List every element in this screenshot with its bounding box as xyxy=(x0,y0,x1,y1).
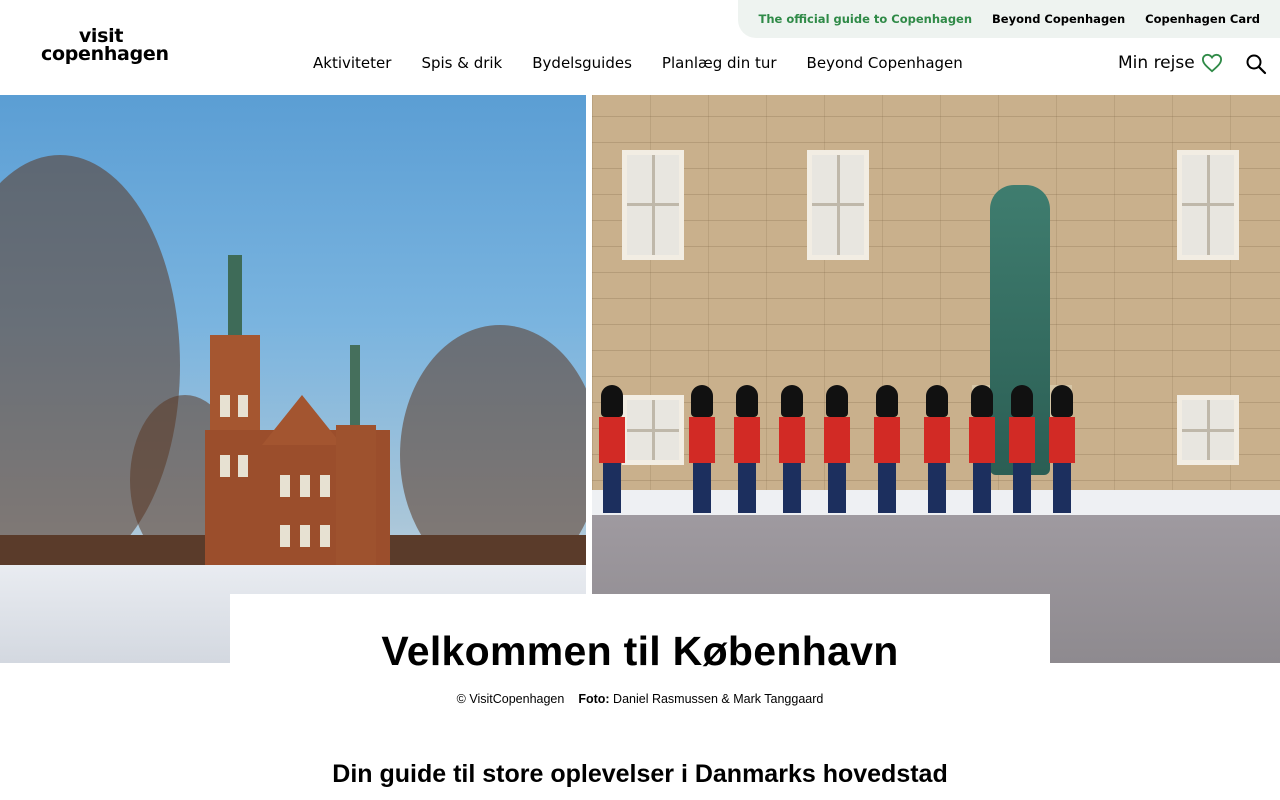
main-nav: Aktiviteter Spis & drik Bydelsguides Pla… xyxy=(313,54,963,72)
my-journey-button[interactable]: Min rejse xyxy=(1118,53,1223,73)
intro-heading: Din guide til store oplevelser i Danmark… xyxy=(332,760,948,788)
copyright-text: © VisitCopenhagen xyxy=(456,692,565,706)
hero-section xyxy=(0,95,1280,663)
copenhagen-card-link[interactable]: Copenhagen Card xyxy=(1145,12,1260,26)
page-title: Velkommen til København xyxy=(381,628,899,674)
site-header: visit copenhagen The official guide to C… xyxy=(0,0,1280,95)
search-icon[interactable] xyxy=(1245,53,1267,75)
photo-label: Foto: xyxy=(578,692,610,706)
site-logo[interactable]: visit copenhagen xyxy=(41,27,169,65)
official-guide-link[interactable]: The official guide to Copenhagen xyxy=(758,12,972,26)
photo-credits: © VisitCopenhagen Foto: Daniel Rasmussen … xyxy=(0,692,1280,706)
nav-item-beyond[interactable]: Beyond Copenhagen xyxy=(807,54,963,72)
logo-line-copenhagen: copenhagen xyxy=(41,43,169,65)
my-journey-label: Min rejse xyxy=(1118,53,1195,73)
rosenborg-castle-image xyxy=(0,95,586,663)
nav-item-bydelsguides[interactable]: Bydelsguides xyxy=(532,54,632,72)
utility-bar: The official guide to Copenhagen Beyond … xyxy=(738,0,1280,38)
heart-icon xyxy=(1201,53,1222,73)
nav-item-planlaeg[interactable]: Planlæg din tur xyxy=(662,54,777,72)
beyond-copenhagen-link[interactable]: Beyond Copenhagen xyxy=(992,12,1125,26)
nav-item-spis-drik[interactable]: Spis & drik xyxy=(421,54,502,72)
royal-guards-image xyxy=(592,95,1280,663)
photo-credit-names: Daniel Rasmussen & Mark Tanggaard xyxy=(613,692,824,706)
nav-item-aktiviteter[interactable]: Aktiviteter xyxy=(313,54,391,72)
